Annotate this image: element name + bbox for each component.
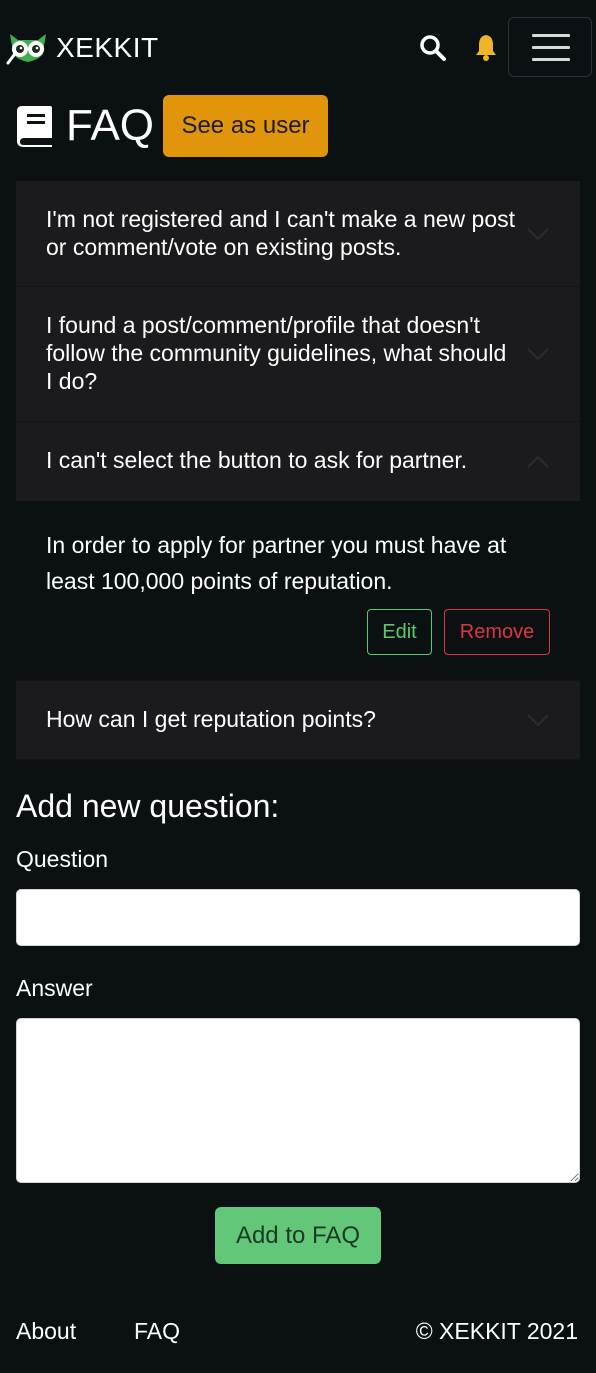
faq-question-toggle[interactable]: How can I get reputation points? (16, 681, 580, 759)
brand-link[interactable]: XEKKIT (6, 28, 159, 68)
add-question-heading: Add new question: (16, 788, 280, 824)
chevron-up-icon (527, 455, 549, 468)
chevron-down-icon (527, 714, 549, 727)
faq-item-expanded: I can't select the button to ask for par… (16, 422, 580, 681)
footer: About FAQ © XEKKIT 2021 (0, 1310, 596, 1354)
faq-question-text: How can I get reputation points? (46, 706, 376, 732)
faq-answer-panel: In order to apply for partner you must h… (16, 501, 580, 680)
copyright-text: © XEKKIT 2021 (415, 1318, 578, 1344)
faq-question-text: I'm not registered and I can't make a ne… (46, 206, 516, 260)
question-label: Question (16, 846, 109, 872)
faq-question-toggle[interactable]: I found a post/comment/profile that does… (16, 287, 580, 421)
question-input[interactable] (16, 889, 580, 946)
chevron-down-icon (527, 348, 549, 361)
faq-accordion: I'm not registered and I can't make a ne… (16, 181, 580, 760)
footer-about-link[interactable]: About (16, 1318, 76, 1345)
navbar: XEKKIT (0, 0, 596, 96)
add-to-faq-button[interactable]: Add to FAQ (215, 1207, 381, 1264)
hamburger-menu-icon (532, 34, 570, 37)
faq-item: I'm not registered and I can't make a ne… (16, 181, 580, 287)
faq-question-toggle[interactable]: I can't select the button to ask for par… (16, 422, 580, 501)
edit-button[interactable]: Edit (367, 609, 432, 655)
faq-question-toggle[interactable]: I'm not registered and I can't make a ne… (16, 181, 580, 286)
faq-item: How can I get reputation points? (16, 681, 580, 760)
page-header: FAQ (16, 95, 154, 157)
answer-textarea[interactable] (16, 1018, 580, 1183)
brand-name: XEKKIT (56, 32, 159, 63)
faq-item: I found a post/comment/profile that does… (16, 287, 580, 422)
see-as-user-button[interactable]: See as user (163, 95, 328, 157)
bell-icon[interactable] (472, 32, 500, 62)
faq-question-text: I can't select the button to ask for par… (46, 447, 468, 473)
owl-logo-icon (6, 34, 46, 65)
remove-button[interactable]: Remove (444, 609, 550, 655)
book-icon (17, 106, 52, 147)
search-icon[interactable] (418, 33, 448, 63)
menu-toggle-button[interactable] (508, 17, 592, 77)
footer-faq-link[interactable]: FAQ (134, 1318, 180, 1345)
faq-question-text: I found a post/comment/profile that does… (46, 312, 507, 394)
chevron-down-icon (527, 227, 549, 240)
page-title: FAQ (66, 101, 155, 150)
answer-label: Answer (16, 975, 93, 1001)
faq-answer-text: In order to apply for partner you must h… (46, 532, 507, 594)
